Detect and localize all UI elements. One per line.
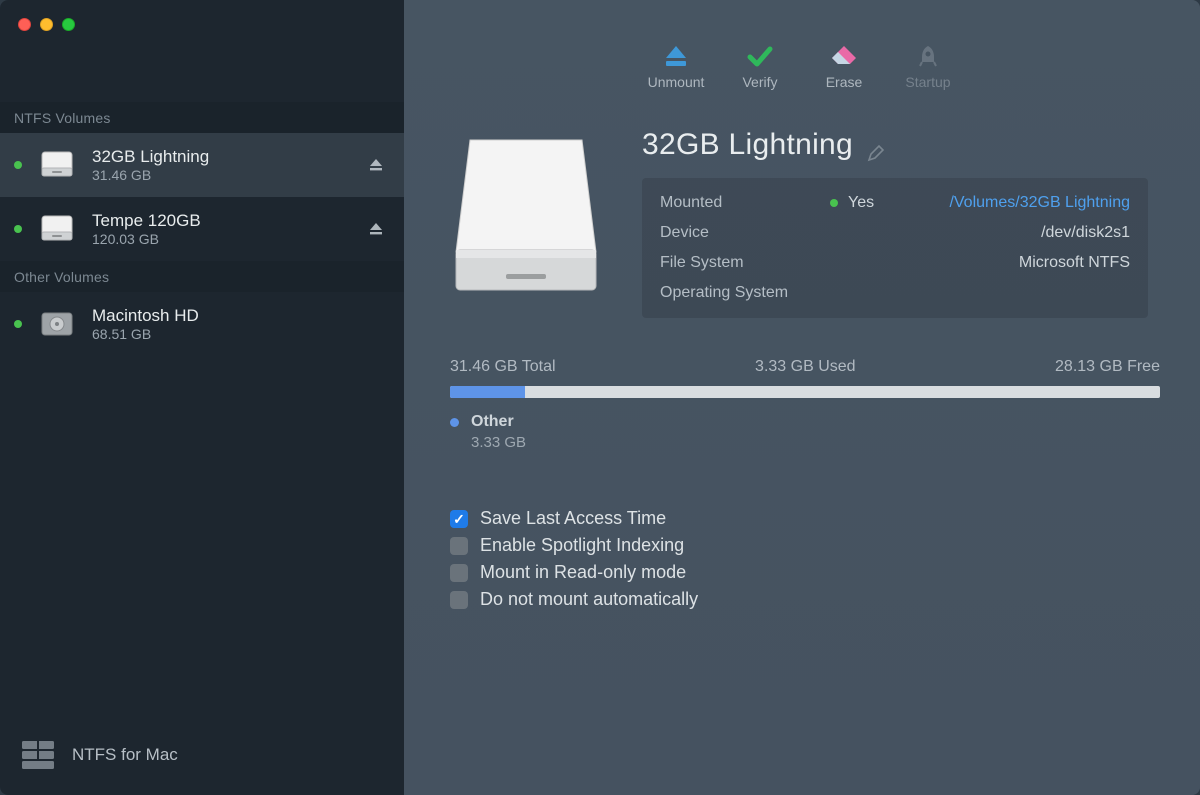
toolbar-label: Startup [905,74,950,90]
app-window: NTFS Volumes 32GB Lightning 31.46 GB Tem… [0,0,1200,795]
volume-text: 32GB Lightning 31.46 GB [92,146,368,185]
option-enable-spotlight-indexing[interactable]: Enable Spotlight Indexing [450,535,1160,556]
option-label: Save Last Access Time [480,508,666,529]
usage-total: 31.46 GB Total [450,358,556,376]
option-label: Do not mount automatically [480,589,698,610]
toolbar-erase[interactable]: Erase [815,44,873,90]
main-panel: Unmount Verify Erase Startup [404,0,1200,795]
info-row-device: Device /dev/disk2s1 [660,218,1130,248]
legend-value: 3.33 GB [471,433,526,453]
drive-icon-large [450,132,602,300]
sidebar-footer: NTFS for Mac [0,719,404,795]
option-label: Enable Spotlight Indexing [480,535,684,556]
rename-icon[interactable] [867,136,885,154]
toolbar-verify[interactable]: Verify [731,44,789,90]
external-drive-icon [38,146,76,184]
volume-text: Tempe 120GB 120.03 GB [92,210,368,249]
startup-icon [914,44,942,68]
usage-labels: 31.46 GB Total 3.33 GB Used 28.13 GB Fre… [450,358,1160,376]
checkbox-icon[interactable] [450,591,468,609]
volume-name: Macintosh HD [92,305,384,326]
usage-free: 28.13 GB Free [1055,358,1160,376]
volume-size: 68.51 GB [92,326,384,344]
volume-size: 31.46 GB [92,167,368,185]
usage-section: 31.46 GB Total 3.33 GB Used 28.13 GB Fre… [404,318,1200,452]
usage-legend: Other 3.33 GB [450,412,1160,452]
usage-bar [450,386,1160,398]
status-dot-icon [14,225,22,233]
volume-title-row: 32GB Lightning [642,128,1160,162]
checkbox-icon[interactable] [450,564,468,582]
eject-icon[interactable] [368,157,384,173]
option-do-not-mount-automatically[interactable]: Do not mount automatically [450,589,1160,610]
toolbar-label: Verify [742,74,777,90]
info-row-filesystem: File System Microsoft NTFS [660,248,1130,278]
info-label: Operating System [660,284,830,302]
toolbar-unmount[interactable]: Unmount [647,44,705,90]
info-value: Microsoft NTFS [830,254,1130,272]
volume-name: 32GB Lightning [92,146,368,167]
info-label: Mounted [660,194,830,212]
volume-name: Tempe 120GB [92,210,368,231]
internal-drive-icon [38,305,76,343]
sidebar-item-macintosh-hd[interactable]: Macintosh HD 68.51 GB [0,292,404,356]
window-titlebar [0,0,404,102]
minimize-window-button[interactable] [40,18,53,31]
checkbox-icon[interactable] [450,537,468,555]
status-dot-icon [830,199,838,207]
status-dot-icon [14,320,22,328]
info-row-os: Operating System [660,278,1130,308]
external-drive-icon [38,210,76,248]
toolbar-label: Erase [826,74,863,90]
info-row-mounted: Mounted Yes /Volumes/32GB Lightning [660,188,1130,218]
close-window-button[interactable] [18,18,31,31]
sidebar-item-tempe-120gb[interactable]: Tempe 120GB 120.03 GB [0,197,404,261]
sidebar: NTFS Volumes 32GB Lightning 31.46 GB Tem… [0,0,404,795]
legend-label: Other [471,412,526,433]
legend-dot-icon [450,418,459,427]
erase-icon [830,44,858,68]
verify-icon [746,44,774,68]
info-label: Device [660,224,830,242]
app-name: NTFS for Mac [72,745,178,765]
section-header-other: Other Volumes [0,261,404,292]
usage-bar-fill [450,386,525,398]
eject-icon[interactable] [368,221,384,237]
legend-item-other: Other 3.33 GB [450,412,1160,452]
toolbar-label: Unmount [648,74,705,90]
option-label: Mount in Read-only mode [480,562,686,583]
usage-used: 3.33 GB Used [755,358,856,376]
option-mount-read-only[interactable]: Mount in Read-only mode [450,562,1160,583]
unmount-icon [662,44,690,68]
zoom-window-button[interactable] [62,18,75,31]
options-section: Save Last Access Time Enable Spotlight I… [404,452,1200,610]
info-card: Mounted Yes /Volumes/32GB Lightning Devi… [642,178,1148,318]
volume-title: 32GB Lightning [642,128,853,162]
volume-size: 120.03 GB [92,231,368,249]
volume-detail: 32GB Lightning Mounted Yes /Volumes/32GB… [404,102,1200,318]
mount-path[interactable]: /Volumes/32GB Lightning [908,194,1130,212]
app-logo-icon [22,741,54,769]
checkbox-icon[interactable] [450,510,468,528]
option-save-last-access-time[interactable]: Save Last Access Time [450,508,1160,529]
section-header-ntfs: NTFS Volumes [0,102,404,133]
toolbar-startup: Startup [899,44,957,90]
sidebar-item-32gb-lightning[interactable]: 32GB Lightning 31.46 GB [0,133,404,197]
info-label: File System [660,254,830,272]
info-value-yes: Yes [848,194,908,212]
volume-text: Macintosh HD 68.51 GB [92,305,384,344]
toolbar: Unmount Verify Erase Startup [404,0,1200,102]
window-controls [18,18,75,31]
status-dot-icon [14,161,22,169]
info-value: /dev/disk2s1 [830,224,1130,242]
